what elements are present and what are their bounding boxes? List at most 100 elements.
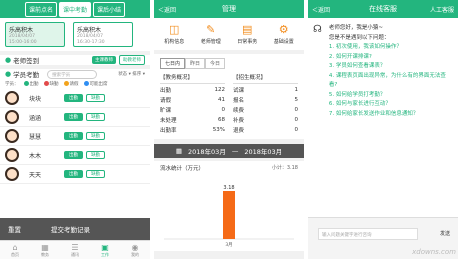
student-name: 木木: [29, 152, 42, 160]
search-input[interactable]: 搜索学员: [47, 69, 98, 79]
menu-item-daily[interactable]: ▤ 日常事务: [237, 23, 257, 45]
main-teacher-button[interactable]: 主课教师: [92, 56, 116, 64]
headset-icon: ☊: [313, 24, 322, 35]
avatar: [5, 129, 19, 143]
person-icon: ●: [5, 70, 12, 78]
faq-link[interactable]: 3. 学员如何查看课表？: [329, 62, 453, 72]
class-name: 乐高积木: [9, 27, 34, 34]
back-button[interactable]: ＜返回: [158, 5, 176, 14]
greeting: 老师您好，我是小猿~: [328, 25, 383, 31]
present-button[interactable]: 出勤: [64, 113, 83, 121]
assistant-teacher-button[interactable]: 助教老师: [119, 55, 145, 65]
message-bubble: 老师您好，我是小猿~ 您是不是遇到以下问题： 1. 初次使用，我该如何操作？ 2…: [329, 24, 453, 119]
student-name: 慧慧: [29, 133, 42, 141]
bottom-nav: ⌂ 首页 ▦ 教务 ☰ 通讯 ▣ 工作 ◉ 我的: [0, 240, 150, 259]
attendance-tabs: 课前点名 课中考勤 课后小结: [0, 0, 150, 18]
stat-row: 出勤 122: [160, 87, 225, 94]
menu-item-institution[interactable]: ◫ 机构信息: [164, 23, 184, 45]
faq-link[interactable]: 2. 如何开课排课?: [329, 53, 453, 63]
menu-item-teacher[interactable]: ✎ 老师管理: [201, 23, 221, 45]
briefcase-icon: ▣: [101, 242, 109, 252]
management-screen: ＜返回 管理 ◫ 机构信息 ✎ 老师管理 ▤ 日常事务 ⚙ 基础设置 七日内 昨日 今日…: [154, 0, 304, 259]
faq-link[interactable]: 1. 初次使用，我该如何操作？: [329, 43, 453, 53]
present-button[interactable]: 出勤: [64, 132, 83, 140]
stat-row: 试课 1: [233, 87, 298, 94]
enrollment-overview: 【招生概况】 试课 1 报名 5 续费 0 补费 0 退费 0: [233, 73, 298, 135]
send-button[interactable]: 发送: [440, 230, 450, 237]
human-support-button[interactable]: 人工客服: [430, 5, 454, 14]
attendance-screen: 课前点名 课中考勤 课后小结 乐高积木 2018/04/07 15:00-16:…: [0, 0, 150, 259]
settings-icon: ⚙: [278, 23, 289, 36]
stat-row: 旷课 0: [160, 107, 225, 114]
student-attendance-section: ● 学员考勤 搜索学员 状态 ▾ 排序 ▾: [0, 65, 150, 79]
list-item: 涵涵 出勤 缺勤: [0, 108, 150, 127]
nav-academic[interactable]: ▦ 教务: [41, 243, 49, 258]
avatar: [5, 148, 19, 162]
watermark: xdowns.com: [412, 248, 456, 256]
back-button[interactable]: ＜返回: [312, 5, 330, 14]
list-item: 慧慧 出勤 缺勤: [0, 127, 150, 146]
section-title: 老师签到: [13, 57, 40, 65]
filter-sort[interactable]: 状态 ▾ 排序 ▾: [118, 71, 145, 77]
home-icon: ⌂: [12, 242, 18, 252]
nav-contacts[interactable]: ☰ 通讯: [71, 243, 79, 258]
faq-link[interactable]: 6. 如何与家长进行互动？: [329, 100, 453, 110]
submit-attendance-button[interactable]: 提交考勤记录: [51, 224, 90, 234]
range-separator: —: [231, 147, 239, 155]
header: ＜返回 在线客服 人工客服: [308, 0, 458, 18]
tick-label: 3月: [225, 242, 232, 248]
nav-home[interactable]: ⌂ 首页: [11, 243, 19, 258]
support-screen: ＜返回 在线客服 人工客服 ☊ 老师您好，我是小猿~ 您是不是遇到以下问题： 1…: [308, 0, 458, 259]
message-input[interactable]: 输入问题关键字进行咨询: [318, 228, 418, 240]
class-card[interactable]: 乐高积木 2018/04/07 16:30-17:30: [73, 22, 133, 47]
absent-button[interactable]: 缺勤: [86, 113, 105, 121]
section-title: 学员考勤: [13, 71, 40, 79]
avatar: [5, 91, 19, 105]
header: ＜返回 管理: [154, 0, 304, 18]
date-range-picker[interactable]: ▦ 2018年03月 — 2018年03月: [154, 144, 304, 158]
menu-item-settings[interactable]: ⚙ 基础设置: [274, 23, 294, 45]
reset-button[interactable]: 重置: [8, 224, 21, 234]
class-time: 16:30-17:30: [77, 40, 105, 45]
tab-yesterday[interactable]: 昨日: [185, 58, 206, 69]
class-name: 乐高积木: [77, 27, 102, 34]
status-legend: 学员： 出勤 缺勤 请假 可能出席: [0, 79, 150, 89]
legend-item: 可能出席: [83, 81, 108, 87]
tab-seven-days[interactable]: 七日内: [160, 58, 186, 69]
grid-icon: ▦: [41, 242, 49, 252]
revenue-chart: 流水统计（万元） 小计：3.18 3.18 3月: [154, 161, 304, 251]
date-to: 2018年03月: [244, 148, 283, 156]
faq-link[interactable]: 7. 如何给家长发送作业和信息通知？: [329, 110, 453, 120]
nav-me[interactable]: ◉ 我的: [131, 243, 139, 258]
stats-panel: 【教务概况】 出勤 122 请假 41 旷课 0 未处理 68 出勤率 53% 【招生概况…: [154, 71, 304, 139]
intro: 您是不是遇到以下问题：: [328, 34, 390, 41]
institution-icon: ◫: [169, 23, 180, 36]
stat-row: 报名 5: [233, 97, 298, 104]
student-name: 天天: [29, 171, 42, 179]
student-name: 涵涵: [29, 114, 42, 122]
absent-button[interactable]: 缺勤: [86, 151, 105, 159]
page-title: 管理: [222, 5, 236, 13]
class-card[interactable]: 乐高积木 2018/04/07 15:00-16:00: [5, 22, 65, 47]
stat-row: 退费 0: [233, 127, 298, 134]
absent-button[interactable]: 缺勤: [86, 94, 105, 102]
faq-link[interactable]: 4. 课程表页面出现异常，为什么有的界面无法查看?: [329, 72, 453, 91]
present-button[interactable]: 出勤: [64, 170, 83, 178]
calendar-icon: ▦: [175, 147, 182, 155]
calendar-icon: ▤: [242, 23, 253, 36]
tab-in-class[interactable]: 课中考勤: [58, 1, 91, 17]
tab-today[interactable]: 今日: [205, 58, 226, 69]
absent-button[interactable]: 缺勤: [86, 132, 105, 140]
student-name: 块块: [29, 95, 42, 103]
present-button[interactable]: 出勤: [64, 151, 83, 159]
faq-link[interactable]: 5. 如何给学员打考勤？: [329, 91, 453, 101]
present-button[interactable]: 出勤: [64, 94, 83, 102]
legend-item: 请假: [63, 81, 79, 87]
legend-item: 缺勤: [43, 81, 59, 87]
nav-work[interactable]: ▣ 工作: [101, 243, 109, 258]
stat-row: 请假 41: [160, 97, 225, 104]
tab-post-class[interactable]: 课后小结: [93, 1, 126, 17]
teacher-icon: ✎: [206, 23, 216, 36]
absent-button[interactable]: 缺勤: [86, 170, 105, 178]
tab-pre-class[interactable]: 课前点名: [24, 1, 57, 17]
